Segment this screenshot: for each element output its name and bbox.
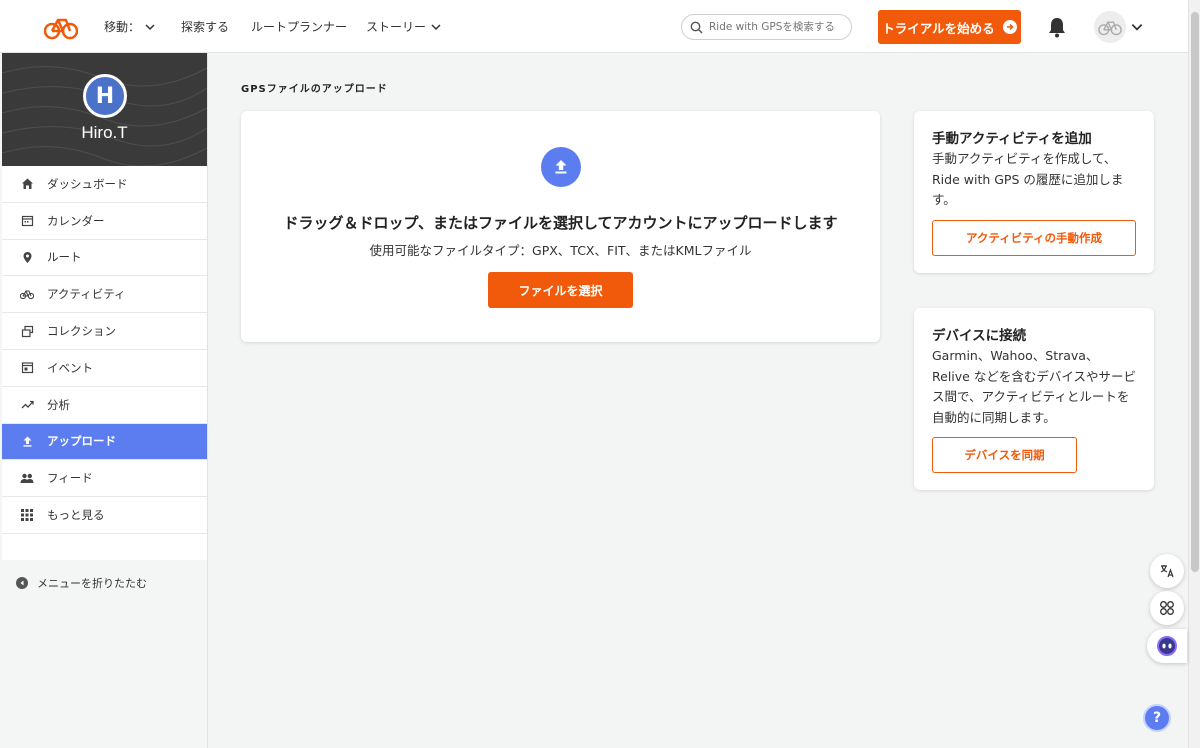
grid-icon	[20, 508, 34, 522]
apps-icon	[1160, 601, 1174, 615]
home-icon	[20, 177, 34, 191]
start-trial-label: トライアルを始める	[882, 20, 995, 36]
sidebar-item-label: フィード	[47, 471, 93, 486]
page-title: GPSファイルのアップロード	[241, 84, 388, 95]
user-avatar-icon	[1098, 21, 1122, 36]
sidebar-menu: ダッシュボード カレンダー ルート アクティビティ コレクション イベント 分析	[2, 166, 207, 560]
nav-explore-label: 探索する	[181, 20, 230, 34]
upload-circle-icon	[541, 147, 581, 187]
sidebar-item-routes[interactable]: ルート	[2, 240, 207, 277]
translate-button[interactable]	[1150, 554, 1184, 588]
people-icon	[20, 471, 34, 485]
sidebar-item-label: ルート	[47, 250, 82, 265]
sidebar-item-upload[interactable]: アップロード	[2, 423, 207, 461]
nav-explore-link[interactable]: 探索する	[181, 0, 229, 53]
sidebar-item-label: カレンダー	[47, 213, 105, 228]
bicycle-icon	[20, 287, 34, 301]
nav-move-menu[interactable]: 移動：	[104, 0, 156, 53]
apps-button[interactable]	[1150, 591, 1184, 625]
sidebar-item-feed[interactable]: フィード	[2, 460, 207, 498]
chevron-down-icon[interactable]	[1130, 20, 1144, 34]
sidebar-item-more[interactable]: もっと見る	[2, 497, 207, 534]
search-box[interactable]	[681, 14, 852, 40]
profile-header: H Hiro.T	[2, 53, 207, 166]
sync-device-button[interactable]: デバイスを同期	[932, 437, 1077, 473]
sidebar-item-label: アクティビティ	[47, 287, 126, 302]
event-icon	[20, 361, 34, 375]
upload-icon	[20, 434, 34, 448]
nav-route-planner-label: ルートプランナー	[251, 20, 348, 34]
sidebar-menu-spacer	[2, 533, 207, 560]
choose-file-button[interactable]: ファイルを選択	[488, 272, 633, 308]
calendar-icon	[20, 214, 34, 228]
help-icon: ?	[1152, 710, 1162, 726]
sidebar-item-activities[interactable]: アクティビティ	[2, 276, 207, 314]
sidebar-item-calendar[interactable]: カレンダー	[2, 203, 207, 240]
translate-icon	[1160, 565, 1174, 578]
profile-name[interactable]: Hiro.T	[2, 123, 207, 143]
connect-device-description: Garmin、Wahoo、Strava、Relive などを含むデバイスやサービ…	[932, 348, 1136, 425]
upload-file-types: 使用可能なファイルタイプ：GPX、TCX、FIT、またはKMLファイル	[369, 243, 752, 258]
chevron-down-icon	[431, 23, 441, 30]
assistant-face-icon	[1157, 636, 1177, 656]
nav-stories-menu[interactable]: ストーリー	[366, 0, 442, 53]
start-trial-button[interactable]: トライアルを始める	[878, 10, 1021, 44]
help-button[interactable]: ?	[1143, 704, 1171, 732]
notification-bell-icon[interactable]	[1047, 16, 1067, 38]
sidebar-item-label: もっと見る	[47, 508, 105, 523]
collapse-menu-label: メニューを折りたたむ	[37, 577, 147, 590]
sidebar-item-collections[interactable]: コレクション	[2, 313, 207, 350]
chevron-left-icon	[16, 577, 28, 589]
trend-icon	[20, 398, 34, 412]
manual-activity-description: 手動アクティビティを作成して、Ride with GPS の履歴に追加します。	[932, 151, 1124, 207]
chevron-down-icon	[145, 23, 155, 30]
nav-route-planner-link[interactable]: ルートプランナー	[251, 0, 347, 53]
create-manual-activity-button[interactable]: アクティビティの手動作成	[932, 220, 1136, 256]
manual-activity-card: 手動アクティビティを追加 手動アクティビティを作成して、Ride with GP…	[914, 111, 1154, 273]
assistant-button[interactable]	[1147, 629, 1187, 663]
top-navigation-bar: 移動： 探索する ルートプランナー ストーリー トライアルを始める	[0, 0, 1188, 53]
user-avatar-button[interactable]	[1094, 11, 1126, 43]
page-scrollbar[interactable]	[1188, 0, 1200, 748]
arrow-right-icon	[1002, 20, 1017, 34]
profile-avatar[interactable]: H	[83, 74, 127, 118]
upload-heading: ドラッグ＆ドロップ、またはファイルを選択してアカウントにアップロードします	[283, 214, 838, 232]
sidebar-item-label: イベント	[47, 360, 93, 375]
upload-dropzone[interactable]: ドラッグ＆ドロップ、またはファイルを選択してアカウントにアップロードします 使用…	[241, 111, 880, 342]
ride-with-gps-logo-icon[interactable]	[44, 14, 78, 40]
nav-move-label: 移動：	[104, 20, 141, 34]
sidebar-item-events[interactable]: イベント	[2, 350, 207, 387]
scrollbar-thumb[interactable]	[1191, 12, 1199, 572]
sidebar-item-label: アップロード	[47, 434, 116, 449]
map-pin-icon	[20, 250, 34, 264]
search-input[interactable]	[709, 21, 839, 33]
sidebar-item-label: 分析	[47, 397, 70, 412]
connect-device-title: デバイスに接続	[932, 328, 1027, 344]
manual-activity-title: 手動アクティビティを追加	[932, 131, 1092, 147]
sidebar: H Hiro.T ダッシュボード カレンダー ルート アクティビティ コレクショ…	[0, 53, 208, 748]
connect-device-card: デバイスに接続 Garmin、Wahoo、Strava、Relive などを含む…	[914, 308, 1154, 490]
collapse-menu-button[interactable]: メニューを折りたたむ	[16, 575, 147, 591]
sidebar-item-label: コレクション	[47, 324, 116, 339]
sidebar-item-analysis[interactable]: 分析	[2, 387, 207, 424]
sidebar-item-label: ダッシュボード	[47, 176, 128, 191]
collection-icon	[20, 324, 34, 338]
nav-stories-label: ストーリー	[366, 20, 427, 34]
sidebar-item-dashboard[interactable]: ダッシュボード	[2, 166, 207, 203]
search-icon	[690, 21, 703, 33]
profile-initial: H	[95, 83, 115, 109]
